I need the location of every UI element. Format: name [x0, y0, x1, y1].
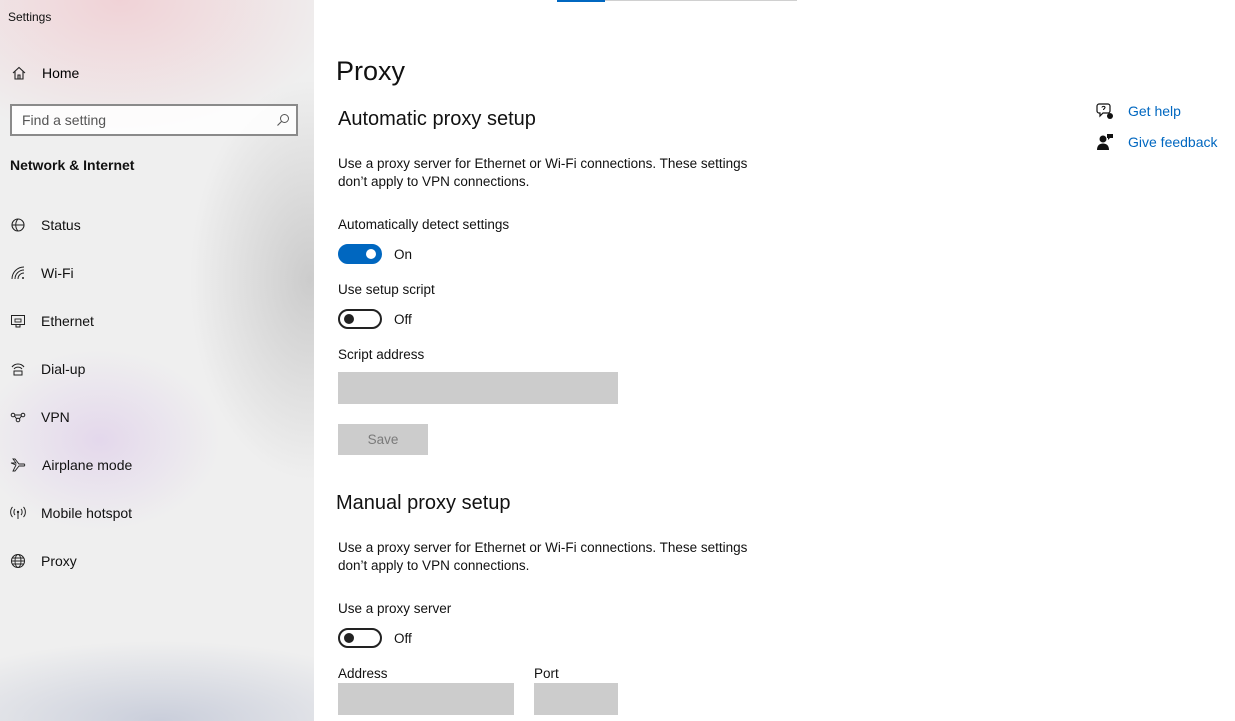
toggle-knob: [366, 249, 376, 259]
use-proxy-toggle[interactable]: [338, 628, 382, 648]
automatic-proxy-description: Use a proxy server for Ethernet or Wi-Fi…: [338, 156, 748, 189]
sidebar-item-vpn[interactable]: VPN: [0, 397, 314, 437]
get-help-link[interactable]: Get help: [1096, 101, 1181, 121]
script-address-input[interactable]: [338, 372, 618, 404]
sidebar-item-label: VPN: [41, 409, 70, 425]
search-box: [10, 104, 298, 136]
address-label: Address: [338, 666, 388, 681]
port-field: [534, 683, 618, 715]
sidebar-item-label: Proxy: [41, 553, 77, 569]
section-title: Network & Internet: [10, 157, 135, 173]
sidebar-item-label: Home: [42, 65, 80, 81]
feedback-icon: [1097, 134, 1113, 150]
port-input[interactable]: [534, 683, 618, 715]
app-title: Settings: [8, 10, 52, 24]
search-icon[interactable]: [276, 113, 290, 127]
sidebar-item-status[interactable]: Status: [0, 205, 314, 245]
give-feedback-link[interactable]: Give feedback: [1096, 132, 1218, 152]
give-feedback-label: Give feedback: [1128, 134, 1218, 150]
manual-proxy-description: Use a proxy server for Ethernet or Wi-Fi…: [338, 540, 748, 573]
sidebar-item-ethernet[interactable]: Ethernet: [0, 301, 314, 341]
setup-script-toggle[interactable]: [338, 309, 382, 329]
use-proxy-state: Off: [394, 631, 412, 646]
use-proxy-label: Use a proxy server: [338, 601, 452, 616]
ethernet-icon: [11, 315, 25, 328]
auto-detect-state: On: [394, 247, 413, 262]
airplane-icon: [10, 458, 26, 472]
help-chat-icon: [1096, 103, 1113, 119]
script-address-label: Script address: [338, 347, 425, 362]
main-content: Proxy Automatic proxy setup Use a proxy …: [314, 0, 1235, 721]
setup-script-label: Use setup script: [338, 282, 435, 297]
address-input[interactable]: [338, 683, 514, 715]
dialup-icon: [11, 363, 25, 376]
search-input[interactable]: [12, 106, 296, 134]
vpn-icon: [10, 412, 26, 423]
toggle-knob: [344, 633, 354, 643]
sidebar-item-wifi[interactable]: Wi-Fi: [0, 253, 314, 293]
status-icon: [11, 218, 25, 232]
sidebar-item-label: Wi-Fi: [41, 265, 74, 281]
wifi-icon: [11, 266, 25, 280]
sidebar-item-airplane-mode[interactable]: Airplane mode: [0, 445, 314, 485]
scroll-indicator: [557, 0, 797, 2]
save-button[interactable]: Save: [338, 424, 428, 455]
sidebar-item-label: Mobile hotspot: [41, 505, 133, 521]
sidebar-item-proxy[interactable]: Proxy: [0, 541, 314, 581]
page-title: Proxy: [336, 56, 406, 86]
port-label: Port: [534, 666, 559, 681]
sidebar-item-label: Dial-up: [41, 361, 86, 377]
script-address-field: [338, 372, 618, 404]
get-help-label: Get help: [1128, 103, 1181, 119]
scroll-indicator-active: [557, 0, 605, 2]
sidebar-item-dialup[interactable]: Dial-up: [0, 349, 314, 389]
sidebar: Settings Home Network & Internet Status …: [0, 0, 314, 721]
sidebar-item-label: Status: [41, 217, 81, 233]
sidebar-item-label: Airplane mode: [42, 457, 133, 473]
sidebar-item-mobile-hotspot[interactable]: Mobile hotspot: [0, 493, 314, 533]
globe-icon: [11, 554, 25, 568]
toggle-knob: [344, 314, 354, 324]
sidebar-item-label: Ethernet: [41, 313, 94, 329]
setup-script-state: Off: [394, 312, 412, 327]
auto-detect-toggle[interactable]: [338, 244, 382, 264]
manual-proxy-heading: Manual proxy setup: [336, 492, 511, 514]
auto-detect-label: Automatically detect settings: [338, 217, 510, 232]
sidebar-item-home[interactable]: Home: [0, 60, 314, 86]
automatic-proxy-heading: Automatic proxy setup: [338, 108, 536, 130]
hotspot-icon: [10, 506, 26, 519]
address-field: [338, 683, 514, 715]
home-icon: [12, 66, 26, 80]
